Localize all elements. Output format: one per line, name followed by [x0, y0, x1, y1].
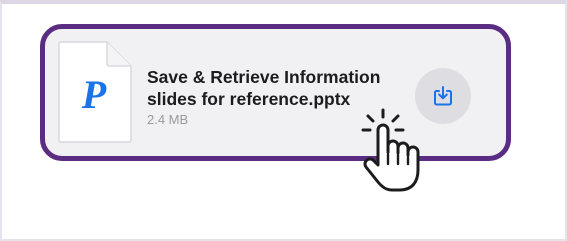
- attachment-card[interactable]: P Save & Retrieve Information slides for…: [40, 24, 511, 161]
- file-name-line2: slides for reference.pptx: [147, 89, 351, 109]
- thumbnail-letter: P: [81, 72, 107, 117]
- download-icon: [434, 86, 452, 106]
- hand-pointer-click-icon: [354, 108, 428, 194]
- file-name-line1: Save & Retrieve Information: [147, 67, 381, 87]
- pptx-document-icon: P: [57, 40, 133, 144]
- file-size: 2.4 MB: [147, 112, 189, 127]
- file-name: Save & Retrieve Information slides for r…: [147, 66, 402, 110]
- screen: P Save & Retrieve Information slides for…: [0, 0, 567, 241]
